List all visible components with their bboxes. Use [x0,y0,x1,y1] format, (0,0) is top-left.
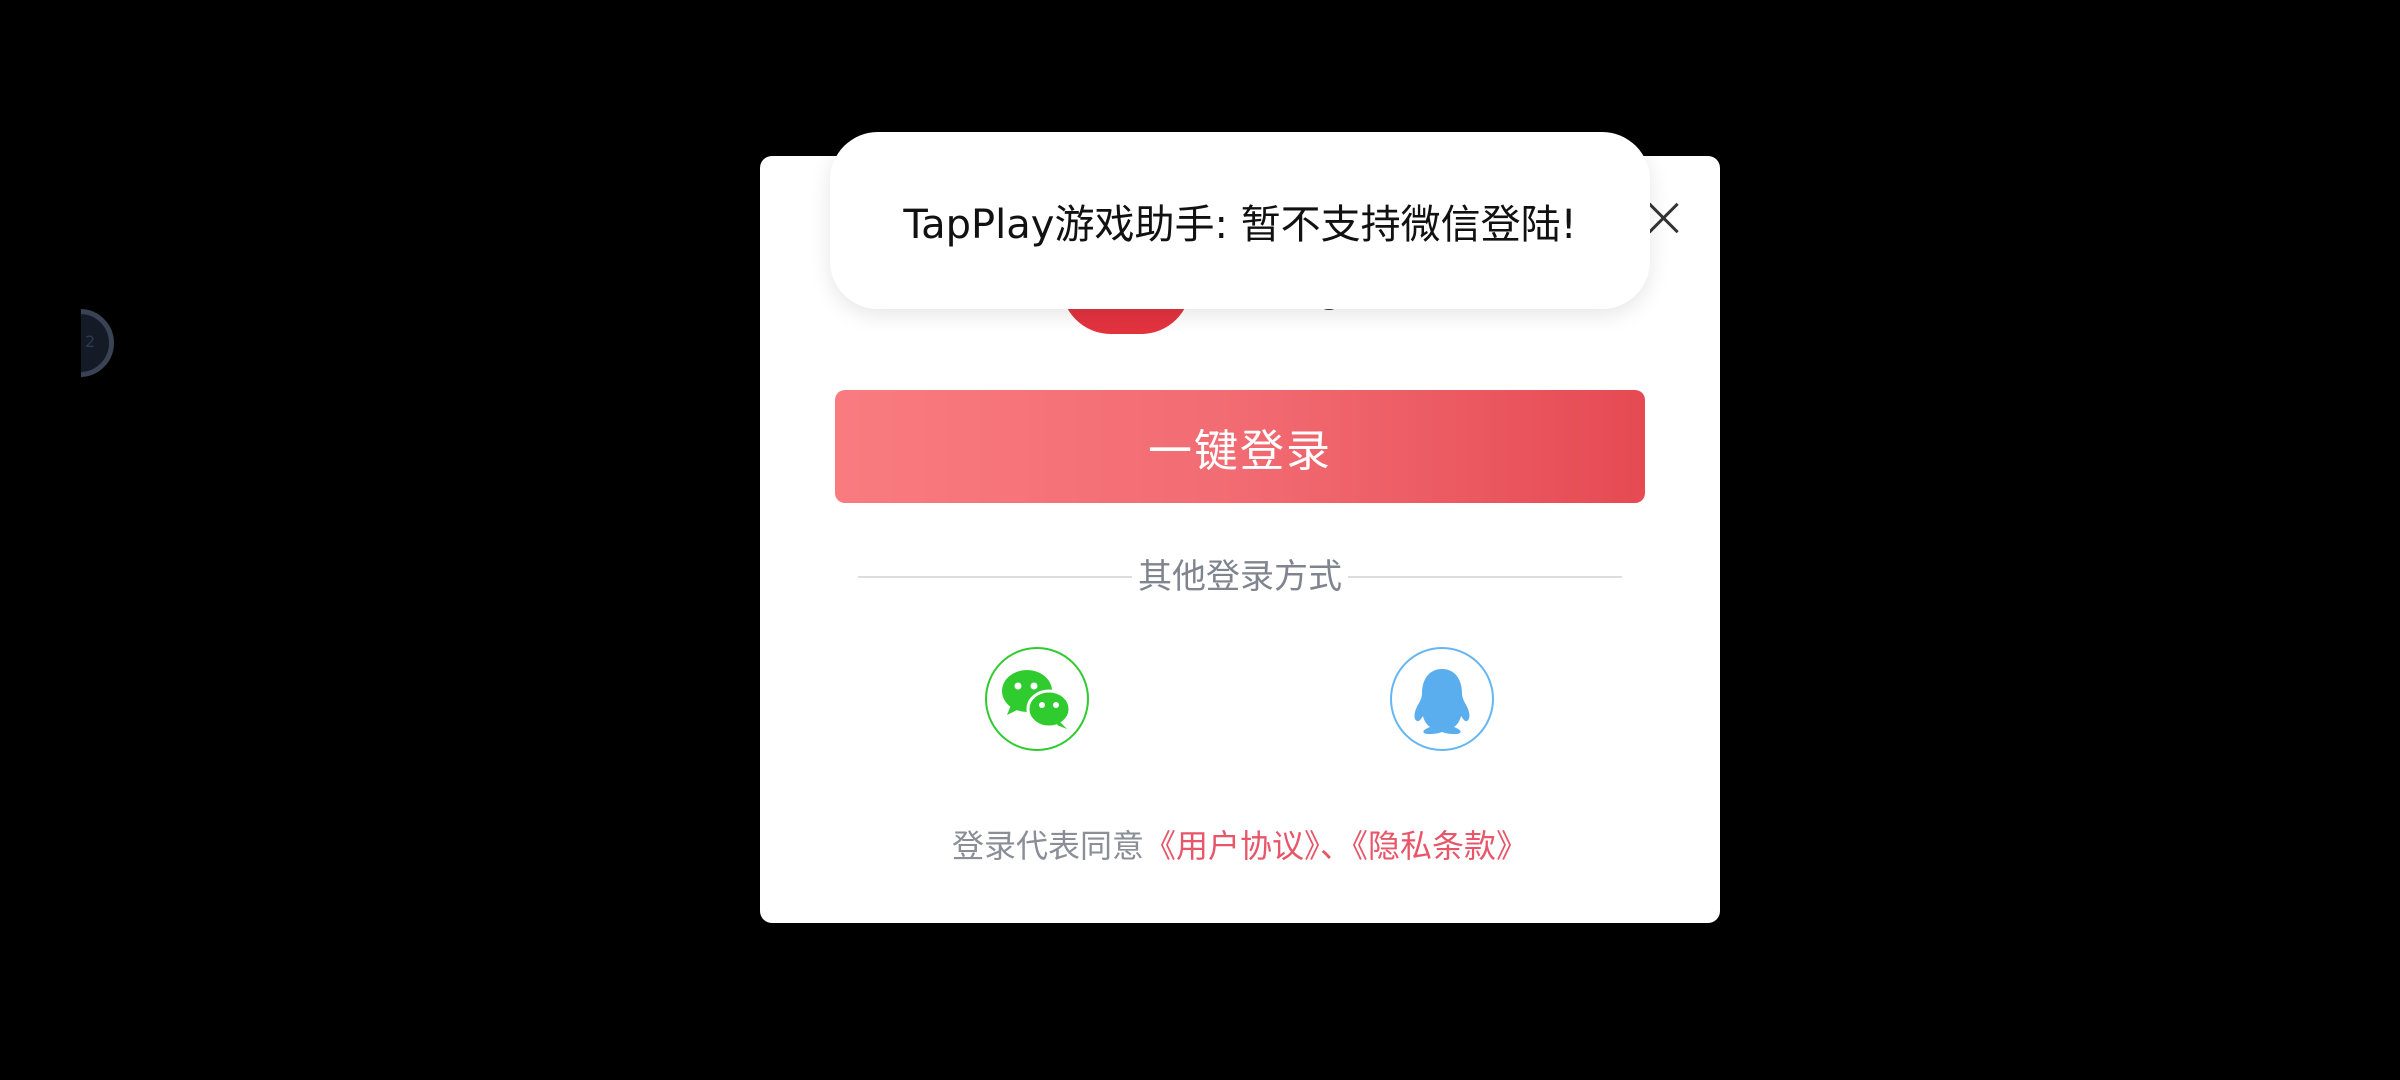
floating-ball-label: 2 [85,332,96,351]
agreement-text: 登录代表同意《用户协议》、《隐私条款》 [760,821,1720,867]
wechat-icon [1002,670,1072,729]
one-click-login-button[interactable]: 一键登录 [835,390,1645,503]
qq-login-button[interactable] [1390,647,1494,751]
other-login-divider: 其他登录方式 [858,557,1622,597]
agreement-prefix: 登录代表同意 [951,827,1144,865]
privacy-policy-link[interactable]: 《隐私条款》 [1352,827,1528,865]
qq-penguin-icon [1414,669,1470,735]
other-login-label: 其他登录方式 [1132,557,1348,597]
screen: 2 一键登录 其他登录方式 登录代表同意《用户协议》、《隐私条款》 TapPla… [0,0,2400,1080]
toast-message: TapPlay游戏助手: 暂不支持微信登陆! [830,132,1650,309]
agreement-separator: 、 [1320,827,1353,865]
divider-line-left [858,576,1132,578]
divider-line-right [1348,576,1622,578]
user-agreement-link[interactable]: 《用户协议》 [1144,827,1320,865]
floating-assistant-ball[interactable]: 2 [81,309,114,377]
wechat-login-button[interactable] [985,647,1089,751]
